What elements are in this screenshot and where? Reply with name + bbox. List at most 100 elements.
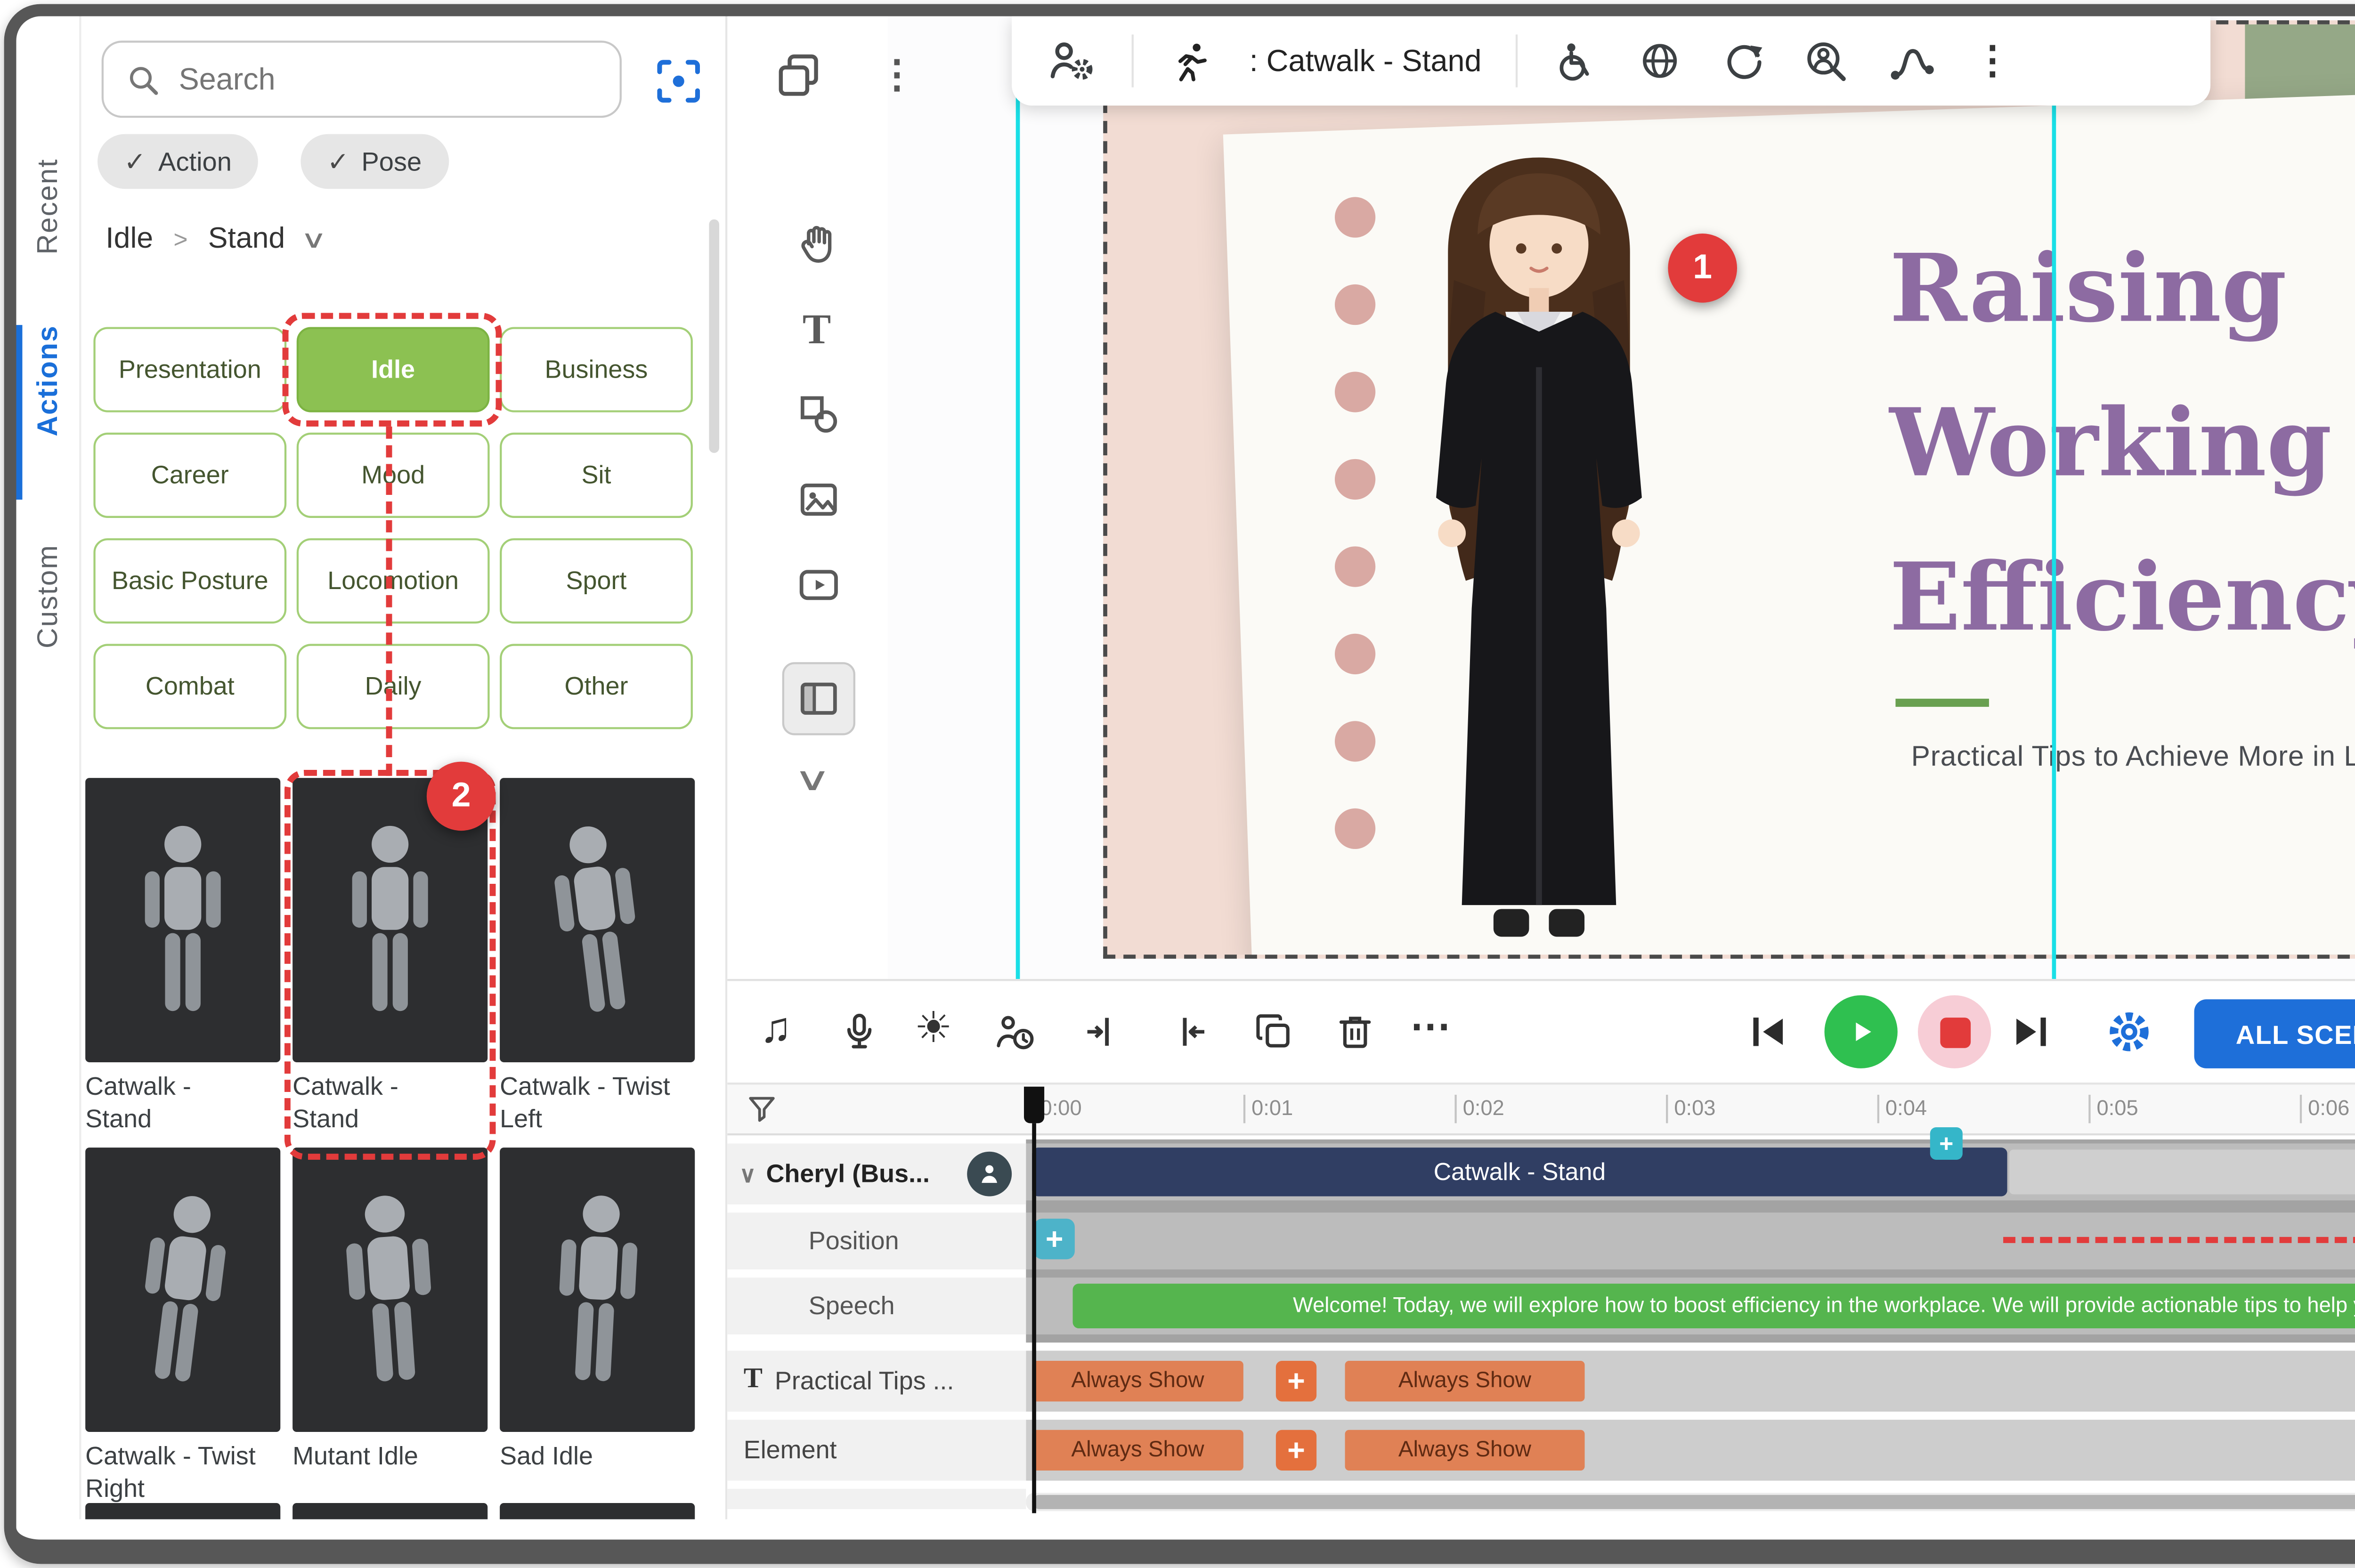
- track-header-character[interactable]: ∨ Cheryl (Bus...: [727, 1144, 1026, 1204]
- thumbnail-partial[interactable]: [292, 1503, 487, 1520]
- current-action-label[interactable]: : Catwalk - Stand: [1250, 44, 1482, 78]
- category-other[interactable]: Other: [500, 644, 693, 729]
- track-header-position[interactable]: Position: [727, 1212, 1026, 1269]
- category-daily[interactable]: Daily: [297, 644, 490, 729]
- thumbnail-catwalk-stand-1[interactable]: [85, 778, 280, 1062]
- filter-action-toggle[interactable]: ✓ Action: [97, 134, 258, 189]
- category-business[interactable]: Business: [500, 327, 693, 412]
- sidebar-tab-actions[interactable]: Actions: [31, 325, 63, 436]
- thumbnail-partial[interactable]: [85, 1503, 280, 1520]
- thumbnail-catwalk-twist-right[interactable]: [85, 1148, 280, 1432]
- tools-expand-chevron[interactable]: ∨: [793, 760, 831, 800]
- thumbnail-label: Catwalk - Stand: [85, 1070, 264, 1136]
- add-element-clip-button[interactable]: +: [1276, 1430, 1316, 1471]
- slide[interactable]: Raising Working Efficiency Practical Tip…: [1103, 20, 2355, 959]
- track-header-text[interactable]: T Practical Tips ...: [727, 1350, 1026, 1411]
- library-scrollbar[interactable]: [709, 219, 719, 453]
- text-tool-icon[interactable]: T: [803, 305, 831, 356]
- ruler-tick: 0:06: [2300, 1095, 2349, 1123]
- lighting-icon[interactable]: ☀: [914, 1003, 952, 1054]
- motion-path-icon[interactable]: [1886, 34, 1939, 87]
- layers-icon[interactable]: [772, 49, 825, 102]
- horizontal-scrollbar[interactable]: [1026, 1493, 2355, 1511]
- thumbnail-label: Sad Idle: [500, 1440, 690, 1473]
- settings-gear-icon[interactable]: [2101, 1003, 2158, 1060]
- playhead-handle[interactable]: [1024, 1087, 1044, 1123]
- bgm-music-icon[interactable]: ♫: [760, 1005, 792, 1054]
- filter-funnel-icon[interactable]: [744, 1091, 780, 1127]
- character-avatar[interactable]: [967, 1152, 1012, 1196]
- text-clip-2[interactable]: Always Show: [1345, 1361, 1585, 1401]
- category-mood[interactable]: Mood: [297, 433, 490, 518]
- horizontal-scrollbar-thumb[interactable]: [1032, 1495, 2355, 1509]
- stop-button[interactable]: [1918, 995, 1991, 1068]
- split-left-icon[interactable]: [1081, 1010, 1126, 1054]
- canvas-area[interactable]: Raising Working Efficiency Practical Tip…: [888, 16, 2355, 979]
- more-options-icon[interactable]: ⋮: [877, 53, 916, 99]
- skip-to-start-button[interactable]: [1743, 1007, 1792, 1056]
- category-sport[interactable]: Sport: [500, 538, 693, 623]
- orbit-globe-icon[interactable]: [1636, 37, 1685, 86]
- duplicate-icon[interactable]: [1251, 1010, 1296, 1054]
- more-icon[interactable]: ⋯: [1410, 1002, 1451, 1052]
- stop-icon: [1939, 1017, 1970, 1047]
- character-action-icon[interactable]: [991, 1010, 1038, 1056]
- character-cheryl[interactable]: [1351, 116, 1727, 959]
- category-combat[interactable]: Combat: [93, 644, 286, 729]
- category-sit[interactable]: Sit: [500, 433, 693, 518]
- breadcrumb-level1[interactable]: Idle: [106, 223, 153, 256]
- breadcrumb-level2[interactable]: Stand: [208, 223, 285, 256]
- thumbnail-catwalk-twist-left[interactable]: [500, 778, 695, 1062]
- character-settings-icon[interactable]: [1044, 34, 1097, 87]
- shapes-tool-icon[interactable]: [795, 390, 844, 439]
- category-basic-posture[interactable]: Basic Posture: [93, 538, 286, 623]
- category-career[interactable]: Career: [93, 433, 286, 518]
- action-clip-catwalk-stand[interactable]: Catwalk - Stand: [1032, 1148, 2007, 1196]
- idle-clip[interactable]: #1: [2007, 1148, 2355, 1196]
- all-scenes-button[interactable]: ALL SCENES: [2194, 999, 2355, 1068]
- add-action-marker[interactable]: +: [1930, 1127, 1963, 1160]
- character-track-name: Cheryl (Bus...: [766, 1160, 930, 1188]
- delete-icon[interactable]: [1333, 1010, 1378, 1054]
- thumbnail-sad-idle[interactable]: [500, 1148, 695, 1432]
- speech-clip[interactable]: Welcome! Today, we will explore how to b…: [1073, 1284, 2355, 1328]
- add-position-keyframe-button[interactable]: +: [1034, 1219, 1075, 1259]
- track-header-element[interactable]: Element: [727, 1420, 1026, 1480]
- thumbnail-partial[interactable]: [500, 1503, 695, 1520]
- category-idle[interactable]: Idle: [297, 327, 490, 412]
- split-right-icon[interactable]: [1166, 1010, 1211, 1054]
- skip-to-end-button[interactable]: [2007, 1007, 2056, 1056]
- slide-title[interactable]: Raising Working Efficiency: [1890, 211, 2355, 674]
- track-header-speech[interactable]: Speech: [727, 1277, 1026, 1334]
- mobility-wheel-icon[interactable]: [1552, 37, 1601, 86]
- chevron-down-icon[interactable]: ∨: [739, 1161, 756, 1187]
- capture-pose-icon[interactable]: [650, 53, 707, 110]
- add-text-clip-button[interactable]: +: [1276, 1361, 1316, 1401]
- sidebar-tab-recent[interactable]: Recent: [31, 158, 63, 254]
- category-presentation[interactable]: Presentation: [93, 327, 286, 412]
- panel-layout-tool[interactable]: [782, 662, 855, 735]
- record-voice-icon[interactable]: [837, 1010, 882, 1054]
- library-panel: ✓ Action ✓ Pose Idle > Stand ∨ Presentat…: [81, 16, 728, 1520]
- action-run-icon[interactable]: [1168, 38, 1215, 84]
- category-locomotion[interactable]: Locomotion: [297, 538, 490, 623]
- image-tool-icon[interactable]: [795, 475, 844, 524]
- rotate-icon[interactable]: [1719, 37, 1768, 86]
- play-button[interactable]: [1825, 995, 1898, 1068]
- zoom-character-icon[interactable]: [1803, 37, 1852, 86]
- sidebar-tab-custom[interactable]: Custom: [31, 544, 63, 648]
- element-clip-2[interactable]: Always Show: [1345, 1430, 1585, 1471]
- video-tool-icon[interactable]: [795, 561, 844, 610]
- thumbnail-mutant-idle[interactable]: [292, 1148, 487, 1432]
- search-input[interactable]: [179, 62, 565, 97]
- hand-tool-icon[interactable]: [795, 219, 844, 268]
- filter-pose-label: Pose: [361, 146, 422, 177]
- slide-subtitle[interactable]: Practical Tips to Achieve More in Less T…: [1869, 739, 2355, 772]
- more-icon[interactable]: ⋮: [1973, 38, 2012, 84]
- text-clip-1[interactable]: Always Show: [1032, 1361, 1243, 1401]
- playhead-line[interactable]: [1032, 1123, 1036, 1513]
- search-box[interactable]: [102, 40, 622, 118]
- filter-pose-toggle[interactable]: ✓ Pose: [300, 134, 448, 189]
- element-clip-1[interactable]: Always Show: [1032, 1430, 1243, 1471]
- chevron-down-icon[interactable]: ∨: [301, 226, 328, 254]
